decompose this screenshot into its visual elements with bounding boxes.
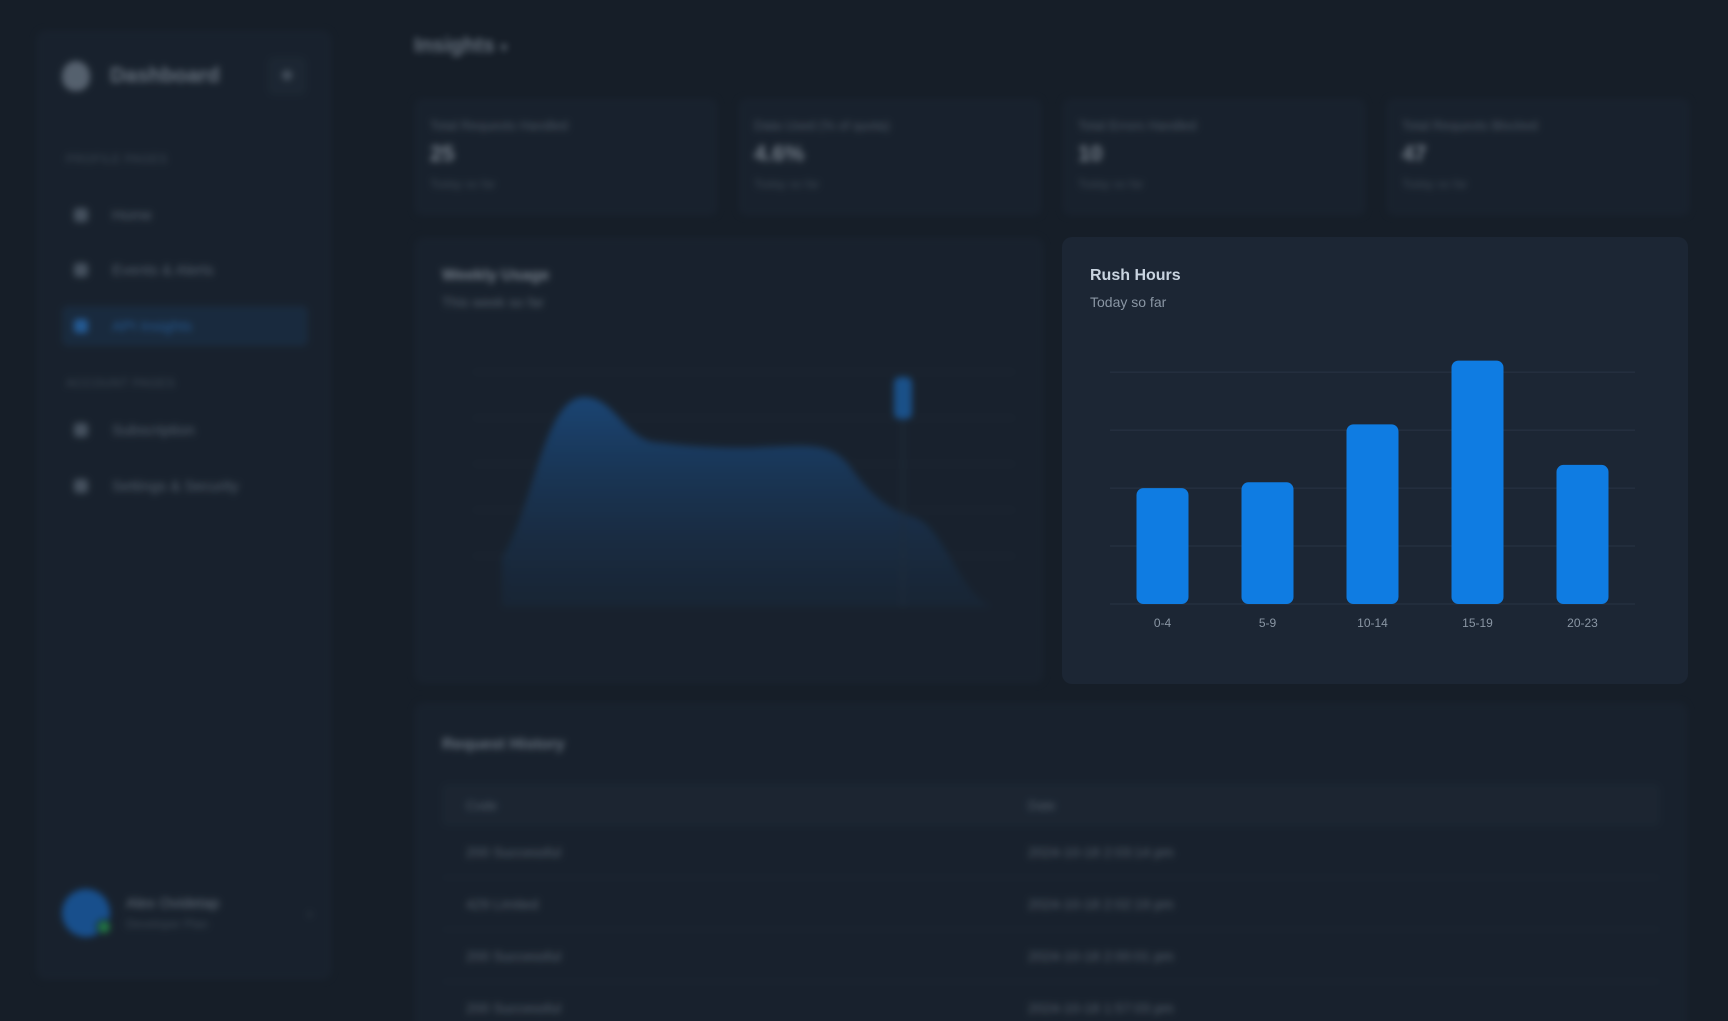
stat-sub: Today so far: [430, 177, 496, 191]
rush-hours-card: Rush Hours Today so far 0-4 5-9 10-14 15-19…: [1062, 237, 1688, 684]
page-title: Insights ▾: [414, 34, 507, 58]
sidebar-item-label: Events & Alerts: [112, 261, 214, 279]
card-icon: [74, 423, 88, 437]
sidebar-item-label: Settings & Security: [112, 477, 239, 495]
weekly-usage-card: Weekly Usage This week so far: [414, 237, 1044, 684]
sidebar-item-label: Subscription: [112, 421, 195, 439]
chevron-down-icon[interactable]: ▾: [500, 39, 507, 55]
sidebar-item-label: Home: [112, 206, 153, 224]
stat-value: 10: [1078, 141, 1103, 166]
rush-hours-chart: 0-4 5-9 10-14 15-19 20-23: [1110, 360, 1635, 630]
user-name: Alex Ovidetap: [126, 895, 220, 912]
avatar: [62, 889, 112, 937]
stat-card-errors: Total Errors Handled 10 Today so far: [1062, 98, 1366, 216]
x-tick-label: 0-4: [1154, 616, 1172, 630]
stat-label: Total Requests Blocked: [1402, 118, 1538, 133]
bell-icon: [74, 263, 88, 277]
cell-date: 2024-10-18 2:02:19 pm: [1028, 896, 1174, 912]
cell-code: 429 Limited: [466, 896, 539, 912]
bar-15-19[interactable]: [1451, 360, 1504, 604]
app-title: Dashboard: [110, 64, 220, 87]
request-history-card: Request History Code Date 200 Successful…: [414, 702, 1688, 1021]
table-row[interactable]: 200 Successful 2024-10-18 1:57:03 pm: [442, 982, 1660, 1021]
stat-sub: Today so far: [1078, 177, 1144, 191]
sidebar-item-settings[interactable]: Settings & Security: [62, 466, 308, 506]
sidebar-item-home[interactable]: Home: [62, 195, 308, 235]
sidebar-header: Dashboard ❖: [62, 56, 306, 96]
chart-icon: [74, 319, 88, 333]
stat-card-requests: Total Requests Handled 25 Today so far: [414, 98, 718, 216]
sidebar-item-api-insights[interactable]: API Insights: [62, 306, 308, 346]
column-header-code[interactable]: Code: [466, 798, 497, 813]
user-profile[interactable]: Alex Ovidetap Developer Plan ›: [62, 884, 312, 942]
home-icon: [74, 208, 88, 222]
cell-date: 2024-10-18 2:00:01 pm: [1028, 948, 1174, 964]
stat-sub: Today so far: [1402, 177, 1468, 191]
stat-value: 25: [430, 141, 455, 166]
stat-sub: Today so far: [754, 177, 820, 191]
table-row[interactable]: 429 Limited 2024-10-18 2:02:19 pm: [442, 878, 1660, 930]
table-row[interactable]: 200 Successful 2024-10-18 2:03:14 pm: [442, 826, 1660, 878]
x-tick-label: 5-9: [1259, 616, 1277, 630]
user-plan: Developer Plan: [126, 917, 209, 931]
x-tick-label: 15-19: [1462, 616, 1493, 630]
column-header-date[interactable]: Date: [1028, 798, 1055, 813]
bar-0-4[interactable]: [1136, 488, 1189, 604]
cell-code: 200 Successful: [466, 1000, 561, 1016]
shield-logo-icon: [62, 61, 90, 91]
page-title-text: Insights: [414, 34, 495, 57]
bar-5-9[interactable]: [1241, 482, 1294, 604]
collapse-sidebar-button[interactable]: ❖: [268, 57, 306, 95]
section-label-profile: PROFILE PAGES: [66, 152, 168, 166]
stat-value: 47: [1402, 141, 1427, 166]
sidebar-item-subscription[interactable]: Subscription: [62, 410, 308, 450]
chevron-right-icon: ›: [307, 905, 312, 921]
cell-code: 200 Successful: [466, 844, 561, 860]
weekly-usage-chart: [474, 371, 1014, 607]
gear-icon: [74, 479, 88, 493]
stat-card-data-used: Data Used (% of quota) 4.6% Today so far: [738, 98, 1042, 216]
section-label-account: ACCOUNT PAGES: [66, 376, 176, 390]
bar-10-14[interactable]: [1346, 424, 1399, 604]
x-tick-label: 10-14: [1357, 616, 1388, 630]
stat-label: Data Used (% of quota): [754, 118, 890, 133]
stat-card-blocked: Total Requests Blocked 47 Today so far: [1386, 98, 1690, 216]
stat-label: Total Requests Handled: [430, 118, 569, 133]
sidebar-item-events[interactable]: Events & Alerts: [62, 250, 308, 290]
cell-date: 2024-10-18 2:03:14 pm: [1028, 844, 1174, 860]
table-header: Code Date: [442, 784, 1660, 826]
stat-label: Total Errors Handled: [1078, 118, 1197, 133]
x-tick-label: 20-23: [1567, 616, 1598, 630]
table-row[interactable]: 200 Successful 2024-10-18 2:00:01 pm: [442, 930, 1660, 982]
sidebar-item-label: API Insights: [112, 317, 193, 335]
bar-20-23[interactable]: [1556, 464, 1609, 604]
sidebar: Dashboard ❖ PROFILE PAGES Home Events & …: [36, 30, 332, 980]
table-title: Request History: [442, 736, 565, 753]
cell-date: 2024-10-18 1:57:03 pm: [1028, 1000, 1174, 1016]
collapse-icon: ❖: [279, 68, 295, 85]
cell-code: 200 Successful: [466, 948, 561, 964]
stat-value: 4.6%: [754, 141, 805, 166]
